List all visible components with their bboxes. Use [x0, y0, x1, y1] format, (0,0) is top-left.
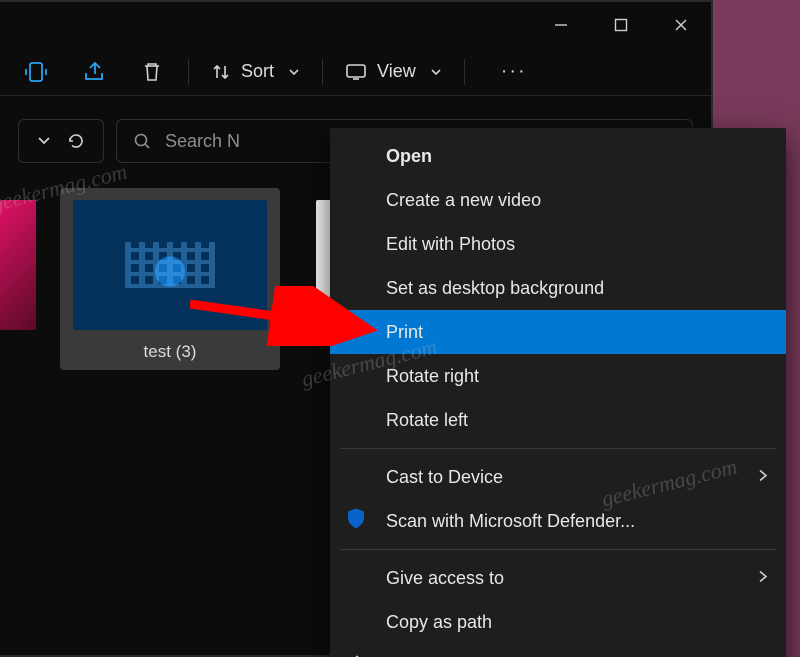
view-icon	[345, 63, 367, 81]
delete-icon[interactable]	[126, 53, 178, 91]
toolbar-separator	[322, 59, 323, 85]
maximize-button[interactable]	[591, 2, 651, 48]
filter-pill[interactable]	[18, 119, 104, 163]
sort-icon	[211, 62, 231, 82]
menu-open[interactable]: Open	[330, 134, 786, 178]
menu-give-access[interactable]: Give access to	[330, 556, 786, 600]
menu-rotate-left[interactable]: Rotate left	[330, 398, 786, 442]
menu-rotate-right[interactable]: Rotate right	[330, 354, 786, 398]
thumbnail-label: test (3)	[144, 342, 197, 361]
close-button[interactable]	[651, 2, 711, 48]
menu-cast-to-device[interactable]: Cast to Device	[330, 455, 786, 499]
menu-print[interactable]: Print	[330, 310, 786, 354]
toolbar-separator	[188, 59, 189, 85]
chevron-down-icon	[430, 66, 442, 78]
shield-icon	[346, 508, 366, 535]
rotate-icon[interactable]	[10, 53, 62, 91]
more-actions-button[interactable]: ···	[475, 53, 553, 91]
menu-share[interactable]: Share	[330, 644, 786, 657]
share-icon[interactable]	[68, 53, 120, 91]
thumbnail-image	[0, 200, 36, 330]
thumbnail-image	[73, 200, 267, 330]
view-dropdown[interactable]: View	[333, 53, 454, 91]
context-menu: Open Create a new video Edit with Photos…	[330, 128, 786, 657]
menu-scan-defender[interactable]: Scan with Microsoft Defender...	[330, 499, 786, 543]
menu-separator	[340, 549, 776, 550]
menu-create-video[interactable]: Create a new video	[330, 178, 786, 222]
toolbar: Sort View ···	[0, 48, 711, 96]
minimize-button[interactable]	[531, 2, 591, 48]
thumbnail-item[interactable]	[0, 188, 36, 370]
sort-dropdown[interactable]: Sort	[199, 53, 312, 91]
sort-label: Sort	[241, 61, 274, 82]
window-titlebar	[0, 2, 711, 48]
menu-copy-path[interactable]: Copy as path	[330, 600, 786, 644]
search-placeholder: Search N	[165, 131, 240, 152]
menu-edit-photos[interactable]: Edit with Photos	[330, 222, 786, 266]
toolbar-separator	[464, 59, 465, 85]
thumbnail-item[interactable]: test (3)	[60, 188, 280, 370]
submenu-arrow-icon	[758, 568, 768, 589]
refresh-icon[interactable]	[67, 132, 85, 150]
view-label: View	[377, 61, 416, 82]
chevron-down-icon	[288, 66, 300, 78]
search-icon	[133, 132, 151, 150]
menu-separator	[340, 448, 776, 449]
menu-set-desktop-bg[interactable]: Set as desktop background	[330, 266, 786, 310]
chevron-down-icon	[37, 134, 51, 148]
submenu-arrow-icon	[758, 467, 768, 488]
